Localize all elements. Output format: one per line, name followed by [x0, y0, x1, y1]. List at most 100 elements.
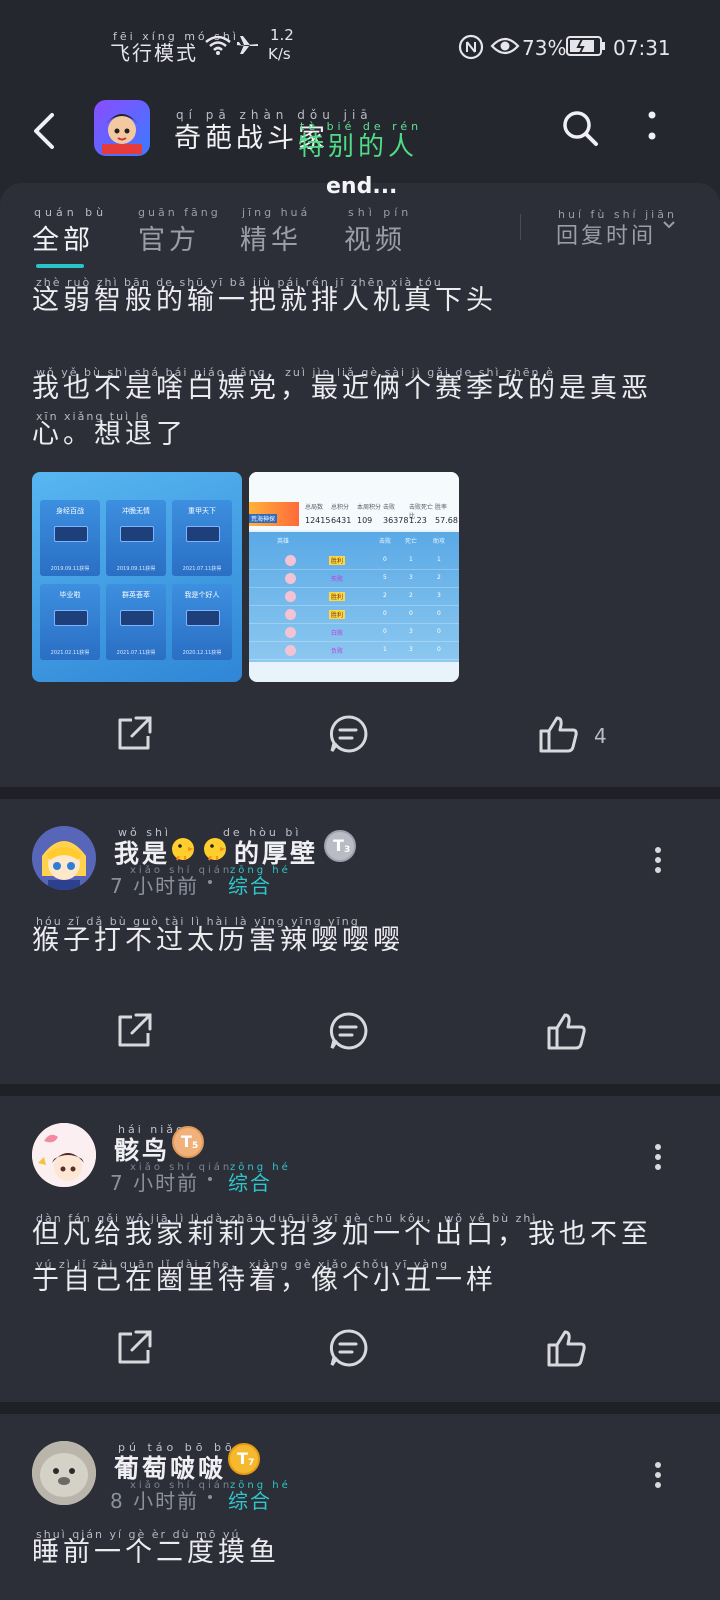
stats-header: 荒海神探 总局数 总积分 本周积分 击败 击败死亡比 胜率 12415 6431 109 363…: [249, 472, 459, 530]
stat-cell: 5: [383, 574, 387, 581]
battery-icon: [566, 36, 605, 56]
comment-icon[interactable]: [328, 1328, 368, 1368]
sort-dropdown[interactable]: 回复时间: [556, 218, 656, 250]
tab-video[interactable]: 视频: [344, 218, 406, 257]
stat-cell: 3: [409, 574, 413, 581]
achievement-title: 群英荟萃: [122, 591, 150, 599]
badge-letter: T: [181, 1132, 192, 1151]
player-name: 荒海神探: [249, 514, 278, 523]
achievement-emblem: [186, 526, 220, 542]
search-icon[interactable]: [560, 108, 600, 148]
badge-level: 7: [248, 1458, 255, 1468]
like-icon[interactable]: [538, 714, 580, 754]
badge-level: 5: [192, 1141, 199, 1151]
more-vertical-icon[interactable]: [652, 1461, 664, 1489]
post-line2: 我也不是啥白嫖党，最近俩个赛季改的是真恶: [32, 373, 652, 404]
achievement-title: 毕业啦: [59, 591, 81, 599]
achievement-date: 2021.07.11获得: [182, 566, 222, 572]
stat-cell: 0: [437, 628, 441, 635]
hero-avatar: [285, 609, 296, 620]
status-bar: fēi xíng mó shì 飞行模式 1.2 K/s 73% 07:31: [0, 0, 720, 96]
eye-comfort-icon: [490, 37, 520, 55]
table-row: 胜利 0 0 0: [249, 606, 459, 624]
share-icon[interactable]: [114, 1011, 154, 1051]
more-vertical-icon[interactable]: [652, 846, 664, 874]
post-line3: 心。想退了: [32, 419, 187, 450]
post-time: 7 小时前: [110, 1171, 200, 1195]
section-divider: [0, 1402, 720, 1414]
match-result: 失败: [331, 576, 344, 583]
comment-text: 但凡给我家莉莉大招多加一个出口，我也不至: [32, 1219, 652, 1250]
stat-cell: 2: [383, 592, 387, 599]
achievement-emblem: [54, 610, 88, 626]
stat-cell: 0: [437, 610, 441, 617]
match-result: 胜利: [329, 610, 346, 619]
comment-icon[interactable]: [328, 714, 368, 754]
avatar[interactable]: [32, 1123, 96, 1187]
more-vertical-icon[interactable]: [652, 1143, 664, 1171]
stat-value: 57.68: [435, 516, 458, 525]
chick-emoji-icon: [204, 838, 226, 861]
achievement-emblem: [120, 526, 154, 542]
table-row: 胜利 2 2 3: [249, 588, 459, 606]
tab-all[interactable]: 全部: [32, 218, 94, 257]
clock: 07:31: [613, 36, 671, 60]
achievement-title: 身经百战: [56, 507, 84, 515]
category-tag[interactable]: 综合: [228, 1485, 272, 1514]
achievement-title: 重甲天下: [188, 507, 216, 515]
share-icon[interactable]: [114, 1328, 154, 1368]
avatar[interactable]: [32, 1441, 96, 1505]
tab-featured[interactable]: 精华: [240, 218, 302, 257]
category-tag[interactable]: 综合: [228, 1167, 272, 1196]
stat-cell: 1: [437, 556, 441, 563]
share-icon[interactable]: [114, 714, 154, 754]
achievement-date: 2020.12.11获得: [182, 650, 222, 656]
tab-official[interactable]: 官方: [138, 218, 200, 257]
achievement-emblem: [186, 610, 220, 626]
hero-avatar: [285, 645, 296, 656]
category-tag[interactable]: 综合: [228, 870, 272, 899]
meta-dot: [208, 880, 212, 884]
section-divider: [0, 1084, 720, 1096]
like-icon[interactable]: [546, 1011, 588, 1051]
hero-avatar: [285, 573, 296, 584]
stat-cell: 0: [437, 646, 441, 653]
wifi-icon: [205, 35, 231, 55]
avatar[interactable]: [32, 826, 96, 890]
stat-cell: 0: [383, 610, 387, 617]
chevron-down-icon[interactable]: [662, 220, 676, 230]
table-header: 助攻: [433, 538, 446, 545]
badge-level: 3: [344, 845, 351, 855]
achievement-title: 冲脆无情: [122, 507, 150, 515]
game-logo[interactable]: [94, 100, 150, 156]
more-vertical-icon[interactable]: [644, 110, 660, 146]
level-badge: T 7: [228, 1443, 260, 1475]
like-icon[interactable]: [546, 1328, 588, 1368]
achievement-card: 我是个好人 2020.12.11获得: [172, 584, 232, 660]
airplane-mode-label: 飞行模式: [110, 41, 198, 65]
table-row: 白败 0 3 0: [249, 624, 459, 642]
stat-cell: 3: [437, 592, 441, 599]
stat-value: 1.23: [409, 516, 427, 525]
comment-text: 猴子打不过太历害辣嘤嘤嘤: [32, 925, 404, 956]
back-arrow-icon[interactable]: [30, 112, 58, 150]
achievement-card: 毕业啦 2021.02.11获得: [40, 584, 100, 660]
achievement-date: 2021.07.11获得: [116, 650, 156, 656]
like-count: 4: [594, 724, 607, 748]
post-image-achievements[interactable]: 身经百战 2019.09.11获得 冲脆无情 2019.09.11获得 重甲天下 2021…: [32, 472, 242, 682]
match-result: 胜利: [329, 556, 346, 565]
table-header: 英雄: [277, 538, 290, 545]
achievement-date: 2019.09.11获得: [50, 566, 90, 572]
match-result: 胜利: [329, 592, 346, 601]
stat-value: 12415: [305, 516, 331, 525]
comment-icon[interactable]: [328, 1011, 368, 1051]
stats-table: 英雄 击败 死亡 助攻 胜利 0 1 1 失败 5 3 2 胜利 2 2 3 胜利 0 0 0 白败 0 3 0 负败 1 3 0: [249, 532, 459, 662]
stat-cell: 3: [409, 628, 413, 635]
post-time: 7 小时前: [110, 874, 200, 898]
level-badge: T 5: [172, 1126, 204, 1158]
comment-text: 于自己在圈里待着，像个小丑一样: [32, 1265, 497, 1296]
post-image-stats[interactable]: 荒海神探 总局数 总积分 本周积分 击败 击败死亡比 胜率 12415 6431 109 363…: [249, 472, 459, 682]
nfc-icon: [458, 34, 484, 60]
achievement-emblem: [54, 526, 88, 542]
hero-avatar: [285, 591, 296, 602]
